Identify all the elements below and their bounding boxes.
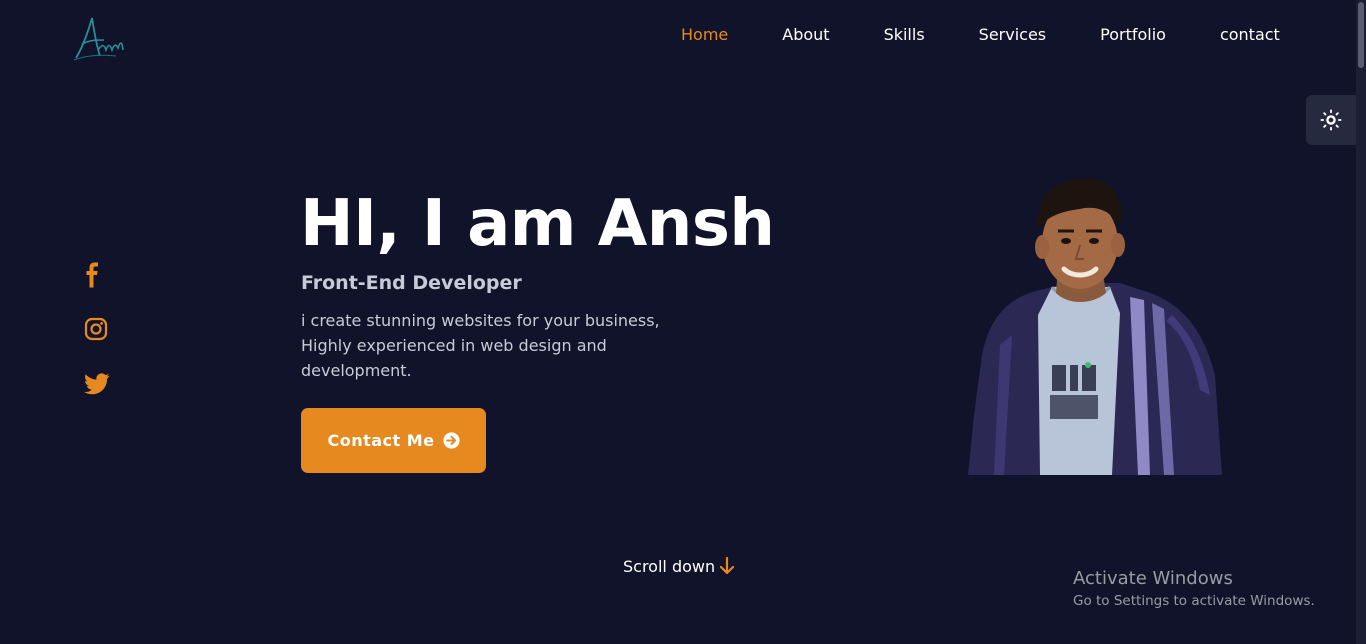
page-scrollbar[interactable] [1356,0,1366,644]
arrow-down-icon [720,556,735,575]
facebook-link[interactable] [82,262,102,292]
scroll-down-link[interactable]: Scroll down [623,556,735,576]
arrow-circle-right-icon [442,432,460,449]
nav-item-services[interactable]: Services [979,24,1046,46]
theme-toggle-button[interactable] [1306,95,1356,145]
nav-item-portfolio[interactable]: Portfolio [1100,24,1166,46]
logo[interactable] [70,10,130,64]
twitter-link[interactable] [84,373,110,399]
hero-description: i create stunning websites for your busi… [301,311,660,380]
nav-item-home[interactable]: Home [681,24,728,46]
nav-item-contact[interactable]: contact [1220,24,1280,46]
signature-logo-icon [73,17,124,61]
twitter-icon [84,373,110,395]
nav-item-about[interactable]: About [782,24,829,46]
instagram-icon [84,317,108,341]
nav-item-skills[interactable]: Skills [884,24,925,46]
contact-me-button[interactable]: Contact Me [301,408,486,473]
hero-title: HI, I am Ansh [300,187,775,261]
scrollbar-thumb[interactable] [1358,2,1364,68]
main-nav: Home About Skills Services Portfolio con… [681,24,1280,46]
activation-subtitle: Go to Settings to activate Windows. [1073,593,1315,609]
activation-title: Activate Windows [1073,568,1233,589]
scroll-down-label: Scroll down [623,556,716,576]
facebook-icon [86,262,98,288]
profile-photo [968,178,1222,475]
windows-activation-watermark: Activate Windows Go to Settings to activ… [1073,568,1315,612]
instagram-link[interactable] [84,317,108,345]
contact-me-label: Contact Me [327,431,435,450]
hero-subtitle: Front-End Developer [301,272,522,294]
sun-icon [1320,109,1342,131]
